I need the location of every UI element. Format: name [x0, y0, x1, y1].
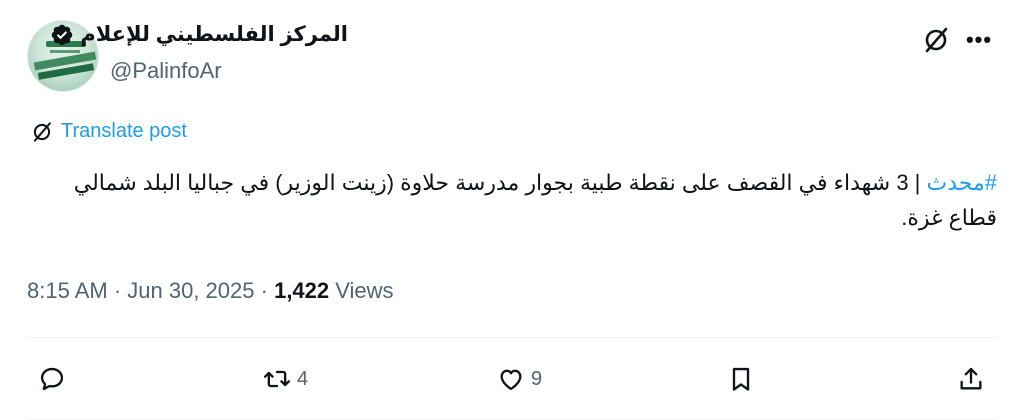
share-icon — [960, 367, 982, 390]
share-button[interactable] — [957, 361, 985, 397]
grok-icon[interactable] — [920, 24, 952, 56]
post-meta: 8:15 AM · Jun 30, 2025 · 1,422 Views — [27, 278, 394, 304]
reply-icon — [40, 367, 64, 391]
meta-separator: · — [254, 278, 275, 303]
repost-icon — [263, 370, 291, 388]
post-time[interactable]: 8:15 AM — [27, 278, 108, 303]
views-label: Views — [335, 278, 394, 303]
bookmark-button[interactable] — [727, 361, 755, 397]
post-date[interactable]: Jun 30, 2025 — [127, 278, 254, 303]
more-icon[interactable]: ••• — [963, 24, 995, 56]
like-button[interactable]: 9 — [497, 361, 542, 397]
like-count: 9 — [531, 367, 543, 390]
display-name-text: المركز الفلسطيني للإعلام — [80, 23, 348, 46]
translate-post-label: Translate post — [61, 120, 187, 142]
user-handle[interactable]: @PalinfoAr — [110, 58, 222, 84]
repost-button[interactable]: 4 — [263, 361, 308, 397]
avatar-logo-mark — [50, 50, 80, 53]
translate-post-link[interactable]: Translate post — [31, 120, 187, 143]
verified-badge-icon — [52, 24, 73, 45]
hashtag-link[interactable]: #محدث — [927, 170, 997, 195]
post-body: | 3 شهداء في القصف على نقطة طبية بجوار م… — [73, 170, 997, 230]
meta-separator: · — [107, 278, 128, 303]
display-name[interactable]: المركز الفلسطيني للإعلام — [50, 22, 348, 47]
bookmark-icon — [732, 367, 750, 391]
post-text: #محدث | 3 شهداء في القصف على نقطة طبية ب… — [25, 165, 997, 235]
reply-button[interactable] — [38, 361, 72, 397]
like-icon — [500, 369, 522, 391]
views-count: 1,422 — [274, 278, 330, 303]
repost-count: 4 — [297, 367, 309, 390]
divider — [27, 337, 997, 338]
grok-icon — [33, 121, 51, 142]
